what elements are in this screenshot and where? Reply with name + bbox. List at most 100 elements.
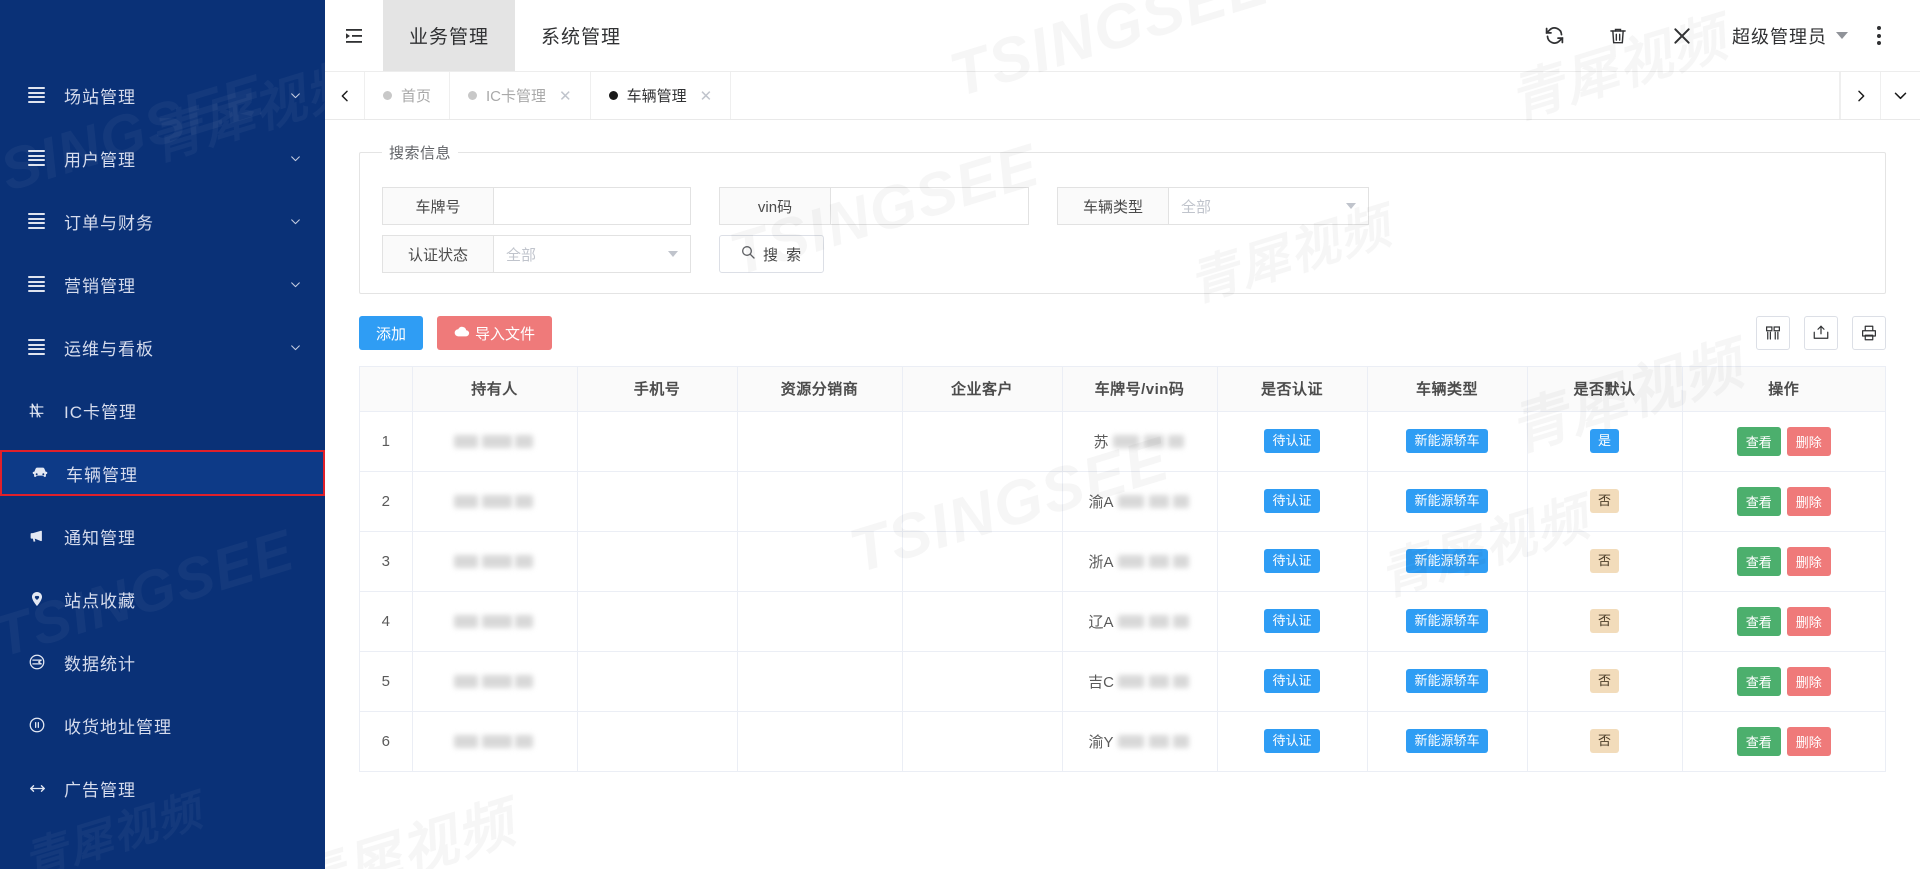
vin-input-wrap[interactable] — [831, 187, 1029, 225]
row-index: 1 — [360, 411, 413, 472]
open-tab-1[interactable]: 首页 — [365, 72, 451, 119]
is-default-cell: 是 — [1527, 411, 1683, 472]
view-button[interactable]: 查看 — [1736, 666, 1781, 696]
sidebar-item-10[interactable]: 数据统计 — [0, 639, 325, 685]
auth-status-label: 认证状态 — [382, 235, 494, 273]
certified-cell: 待认证 — [1217, 591, 1368, 652]
vehicle-type-badge: 新能源轿车 — [1406, 729, 1488, 753]
view-button[interactable]: 查看 — [1736, 726, 1781, 756]
chevron-down-icon — [1836, 32, 1848, 39]
view-button[interactable]: 查看 — [1736, 426, 1781, 456]
default-badge: 是 — [1589, 429, 1619, 453]
plate-prefix: 浙A — [1088, 553, 1114, 571]
phone-cell — [577, 471, 738, 532]
redacted-value — [1116, 733, 1191, 750]
view-button[interactable]: 查看 — [1736, 486, 1781, 516]
refresh-icon[interactable] — [1522, 0, 1586, 72]
sidebar-item-7[interactable]: 车辆管理 — [0, 450, 325, 496]
export-icon[interactable] — [1804, 316, 1838, 350]
vin-label: vin码 — [719, 187, 831, 225]
delete-button[interactable]: 删除 — [1786, 486, 1831, 516]
open-tab-3[interactable]: 车辆管理 ✕ — [591, 72, 732, 119]
add-button[interactable]: 添加 — [359, 316, 424, 350]
sidebar-item-12[interactable]: 广告管理 — [0, 765, 325, 811]
column-header-2: 持有人 — [412, 367, 578, 412]
tab-status-dot — [608, 91, 618, 100]
tab-dropdown-icon[interactable] — [1880, 72, 1920, 119]
vehicle-type-cell: 新能源轿车 — [1367, 711, 1528, 772]
plate-vin-cell: 渝A — [1062, 471, 1218, 532]
delete-button[interactable]: 删除 — [1786, 426, 1831, 456]
sidebar-item-1[interactable]: 场站管理 — [0, 72, 325, 118]
auth-status-select[interactable]: 全部 — [494, 235, 691, 273]
row-index: 5 — [360, 651, 413, 712]
plate-prefix: 吉C — [1088, 673, 1114, 691]
redacted-value — [1116, 493, 1191, 510]
open-tab-2[interactable]: IC卡管理 ✕ — [450, 72, 591, 119]
table-row: 1 苏 待认证 新能源轿车 是 查看 删除 — [360, 411, 1885, 472]
plate-number-input[interactable] — [506, 188, 678, 224]
megaphone-icon — [28, 527, 52, 545]
nav-tab-2[interactable]: 系统管理 — [515, 0, 647, 71]
delete-button[interactable]: 删除 — [1786, 666, 1831, 696]
sidebar-item-8[interactable]: 通知管理 — [0, 513, 325, 559]
sidebar-item-label: 站点收藏 — [64, 591, 136, 611]
close-icon[interactable]: ✕ — [700, 87, 713, 105]
chevron-right-icon[interactable] — [1840, 72, 1880, 119]
ic-card-icon — [28, 402, 52, 419]
search-button[interactable]: 搜 索 — [719, 235, 825, 273]
sidebar-item-11[interactable]: 收货地址管理 — [0, 702, 325, 748]
nav-tab-1[interactable]: 业务管理 — [383, 0, 516, 71]
user-menu[interactable]: 超级管理员 — [1714, 23, 1856, 49]
tab-strip: 首页 IC卡管理 ✕ 车辆管理 ✕ — [325, 72, 1920, 120]
actions-cell: 查看 删除 — [1682, 411, 1885, 472]
sidebar-item-label: 运维与看板 — [64, 339, 154, 359]
vehicle-type-select[interactable]: 全部 — [1169, 187, 1369, 225]
chevron-down-icon — [287, 341, 303, 354]
vehicle-type-badge: 新能源轿车 — [1406, 489, 1488, 513]
delete-button[interactable]: 删除 — [1786, 546, 1831, 576]
distributor-cell — [737, 531, 903, 592]
delete-button[interactable]: 删除 — [1786, 606, 1831, 636]
redacted-value — [454, 613, 535, 630]
print-icon[interactable] — [1852, 316, 1886, 350]
menu-fold-icon[interactable] — [325, 0, 383, 71]
view-button[interactable]: 查看 — [1736, 606, 1781, 636]
actions-cell: 查看 删除 — [1682, 471, 1885, 532]
car-icon — [30, 463, 54, 483]
sidebar-item-3[interactable]: 订单与财务 — [0, 198, 325, 244]
fullscreen-icon[interactable] — [1650, 0, 1714, 72]
vehicle-type-field: 车辆类型 全部 — [1057, 187, 1369, 225]
chevron-left-icon[interactable] — [325, 72, 365, 119]
vehicle-type-cell: 新能源轿车 — [1367, 591, 1528, 652]
more-options-icon[interactable] — [1856, 0, 1902, 72]
vin-input[interactable] — [843, 188, 1016, 224]
delete-button[interactable]: 删除 — [1786, 726, 1831, 756]
sidebar-item-2[interactable]: 用户管理 — [0, 135, 325, 181]
enterprise-cell — [902, 711, 1063, 772]
column-header-1 — [360, 367, 413, 412]
view-button[interactable]: 查看 — [1736, 546, 1781, 576]
redacted-value — [1111, 433, 1186, 450]
distributor-cell — [737, 411, 903, 472]
plate-number-input-wrap[interactable] — [494, 187, 691, 225]
sidebar-item-6[interactable]: IC卡管理 — [0, 387, 325, 433]
sidebar-item-5[interactable]: 运维与看板 — [0, 324, 325, 370]
actions-cell: 查看 删除 — [1682, 711, 1885, 772]
column-header-6: 车牌号/vin码 — [1062, 367, 1218, 412]
chevron-down-icon — [1346, 203, 1356, 209]
sidebar-item-4[interactable]: 营销管理 — [0, 261, 325, 307]
table-toolbar: 添加 导入文件 — [359, 316, 1886, 350]
columns-icon[interactable] — [1756, 316, 1790, 350]
column-header-5: 企业客户 — [902, 367, 1063, 412]
arrows-horizontal-icon — [28, 779, 52, 798]
vehicle-type-cell: 新能源轿车 — [1367, 411, 1528, 472]
close-icon[interactable]: ✕ — [559, 87, 572, 105]
table-header-row: 持有人 手机号 资源分销商 企业客户 车牌号/vin码 是否认证 车辆类型 是否默认 操作 — [360, 367, 1885, 412]
trash-icon[interactable] — [1586, 0, 1650, 72]
sidebar-item-9[interactable]: 站点收藏 — [0, 576, 325, 622]
enterprise-cell — [902, 591, 1063, 652]
import-file-button[interactable]: 导入文件 — [437, 316, 553, 350]
table-head: 持有人 手机号 资源分销商 企业客户 车牌号/vin码 是否认证 车辆类型 是否默认 操作 — [360, 367, 1885, 412]
